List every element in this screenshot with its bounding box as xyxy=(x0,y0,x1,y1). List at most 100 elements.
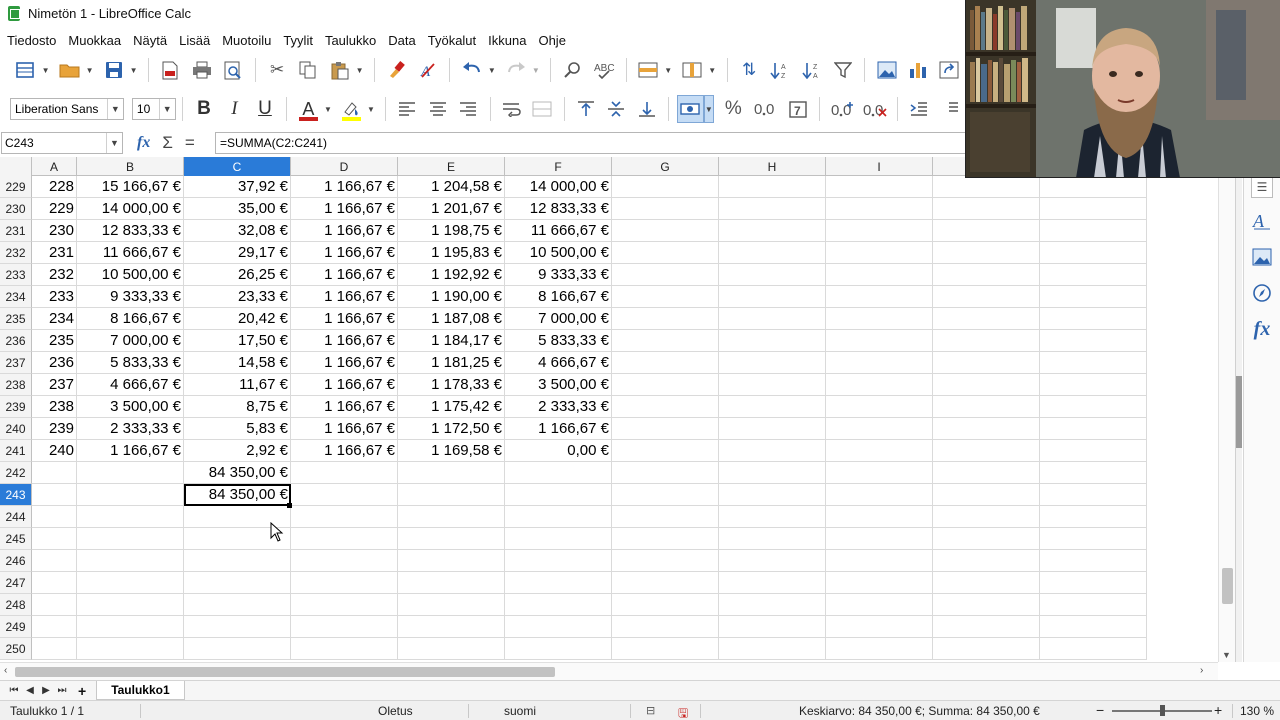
cell[interactable] xyxy=(719,418,826,440)
cell[interactable] xyxy=(719,638,826,660)
cell[interactable] xyxy=(291,550,398,572)
cell[interactable] xyxy=(612,220,719,242)
cell[interactable]: 5,83 € xyxy=(184,418,291,440)
cell[interactable] xyxy=(719,374,826,396)
cell[interactable] xyxy=(291,638,398,660)
cell[interactable]: 29,17 € xyxy=(184,242,291,264)
cell[interactable]: 235 xyxy=(32,330,77,352)
cell[interactable]: 32,08 € xyxy=(184,220,291,242)
cell[interactable] xyxy=(719,352,826,374)
cell[interactable] xyxy=(612,528,719,550)
cell[interactable] xyxy=(826,264,933,286)
vertical-scroll-thumb[interactable] xyxy=(1222,568,1233,604)
cell[interactable] xyxy=(1040,528,1147,550)
cell[interactable] xyxy=(398,462,505,484)
add-sheet-icon[interactable]: + xyxy=(78,683,86,699)
sidebar-collapse-handle[interactable] xyxy=(1236,376,1242,448)
row-header[interactable]: 245 xyxy=(0,528,32,550)
cell[interactable]: 1 204,58 € xyxy=(398,176,505,198)
cell[interactable]: 239 xyxy=(32,418,77,440)
sidebar-navigator-icon[interactable] xyxy=(1249,280,1275,306)
cell[interactable] xyxy=(826,418,933,440)
cell[interactable] xyxy=(505,594,612,616)
cell[interactable] xyxy=(719,550,826,572)
date-format-icon[interactable]: 7 xyxy=(785,95,812,123)
zoom-in-icon[interactable]: + xyxy=(1214,702,1222,718)
cell[interactable] xyxy=(184,550,291,572)
cell[interactable] xyxy=(933,264,1040,286)
cell[interactable] xyxy=(612,418,719,440)
cell[interactable] xyxy=(184,638,291,660)
cell[interactable] xyxy=(719,286,826,308)
row-header[interactable]: 246 xyxy=(0,550,32,572)
cell[interactable] xyxy=(184,594,291,616)
cell[interactable]: 1 178,33 € xyxy=(398,374,505,396)
paste-dropdown-icon[interactable]: ▼ xyxy=(355,56,364,84)
sort-ascending-icon[interactable]: AZ xyxy=(767,56,794,84)
vertical-scrollbar[interactable]: ▼ xyxy=(1218,176,1235,662)
align-right-icon[interactable] xyxy=(455,95,482,123)
cell[interactable]: 1 166,67 € xyxy=(291,242,398,264)
column-header-f[interactable]: F xyxy=(505,157,612,176)
cell[interactable] xyxy=(719,242,826,264)
menu-ohje[interactable]: Ohje xyxy=(533,33,570,48)
cell[interactable] xyxy=(505,616,612,638)
insert-chart-icon[interactable] xyxy=(905,56,932,84)
menu-ikkuna[interactable]: Ikkuna xyxy=(483,33,531,48)
row-header[interactable]: 247 xyxy=(0,572,32,594)
row-header[interactable]: 250 xyxy=(0,638,32,660)
insert-image-icon[interactable] xyxy=(873,56,900,84)
cell[interactable]: 23,33 € xyxy=(184,286,291,308)
column-header-g[interactable]: G xyxy=(612,157,719,176)
status-language[interactable]: suomi xyxy=(504,704,536,718)
row-header[interactable]: 236 xyxy=(0,330,32,352)
column-header-d[interactable]: D xyxy=(291,157,398,176)
cell[interactable] xyxy=(933,462,1040,484)
column-icon[interactable] xyxy=(679,56,706,84)
cell[interactable] xyxy=(1040,594,1147,616)
cell[interactable]: 11,67 € xyxy=(184,374,291,396)
cell[interactable] xyxy=(933,396,1040,418)
cell[interactable]: 238 xyxy=(32,396,77,418)
menu-lisaa[interactable]: Lisää xyxy=(174,33,215,48)
cell[interactable]: 12 833,33 € xyxy=(505,198,612,220)
cell[interactable] xyxy=(612,440,719,462)
cell[interactable]: 1 172,50 € xyxy=(398,418,505,440)
menu-tyokalut[interactable]: Työkalut xyxy=(423,33,481,48)
cell[interactable] xyxy=(291,506,398,528)
align-top-icon[interactable] xyxy=(573,95,600,123)
cell[interactable] xyxy=(32,594,77,616)
cell[interactable]: 1 166,67 € xyxy=(291,308,398,330)
sidebar-properties-icon[interactable]: A xyxy=(1249,208,1275,234)
cell[interactable] xyxy=(933,418,1040,440)
column-header-e[interactable]: E xyxy=(398,157,505,176)
cell[interactable] xyxy=(1040,220,1147,242)
cut-icon[interactable]: ✂ xyxy=(264,56,291,84)
cell[interactable] xyxy=(933,176,1040,198)
cell[interactable] xyxy=(1040,286,1147,308)
wrap-text-icon[interactable] xyxy=(499,95,526,123)
center-vertically-icon[interactable] xyxy=(603,95,630,123)
cell[interactable] xyxy=(719,616,826,638)
menu-muotoilu[interactable]: Muotoilu xyxy=(217,33,276,48)
copy-icon[interactable] xyxy=(295,56,322,84)
cell[interactable]: 17,50 € xyxy=(184,330,291,352)
cell[interactable]: 240 xyxy=(32,440,77,462)
function-wizard-icon[interactable]: fx xyxy=(137,134,150,152)
formula-input[interactable]: =SUMMA(C2:C241) xyxy=(215,132,975,154)
cell[interactable]: 1 166,67 € xyxy=(291,264,398,286)
row-header[interactable]: 240 xyxy=(0,418,32,440)
cell[interactable]: 1 166,67 € xyxy=(291,286,398,308)
formula-icon[interactable]: = xyxy=(185,133,195,153)
new-dropdown-icon[interactable]: ▼ xyxy=(41,56,50,84)
cell[interactable]: 1 166,67 € xyxy=(291,418,398,440)
export-pdf-icon[interactable] xyxy=(157,56,184,84)
cell[interactable] xyxy=(826,176,933,198)
cell[interactable]: 4 666,67 € xyxy=(505,352,612,374)
font-size-dropdown-icon[interactable]: ▼ xyxy=(158,99,175,119)
cell[interactable] xyxy=(32,484,77,506)
cell[interactable] xyxy=(719,462,826,484)
cell[interactable] xyxy=(1040,308,1147,330)
cell[interactable] xyxy=(77,528,184,550)
cell[interactable] xyxy=(398,572,505,594)
